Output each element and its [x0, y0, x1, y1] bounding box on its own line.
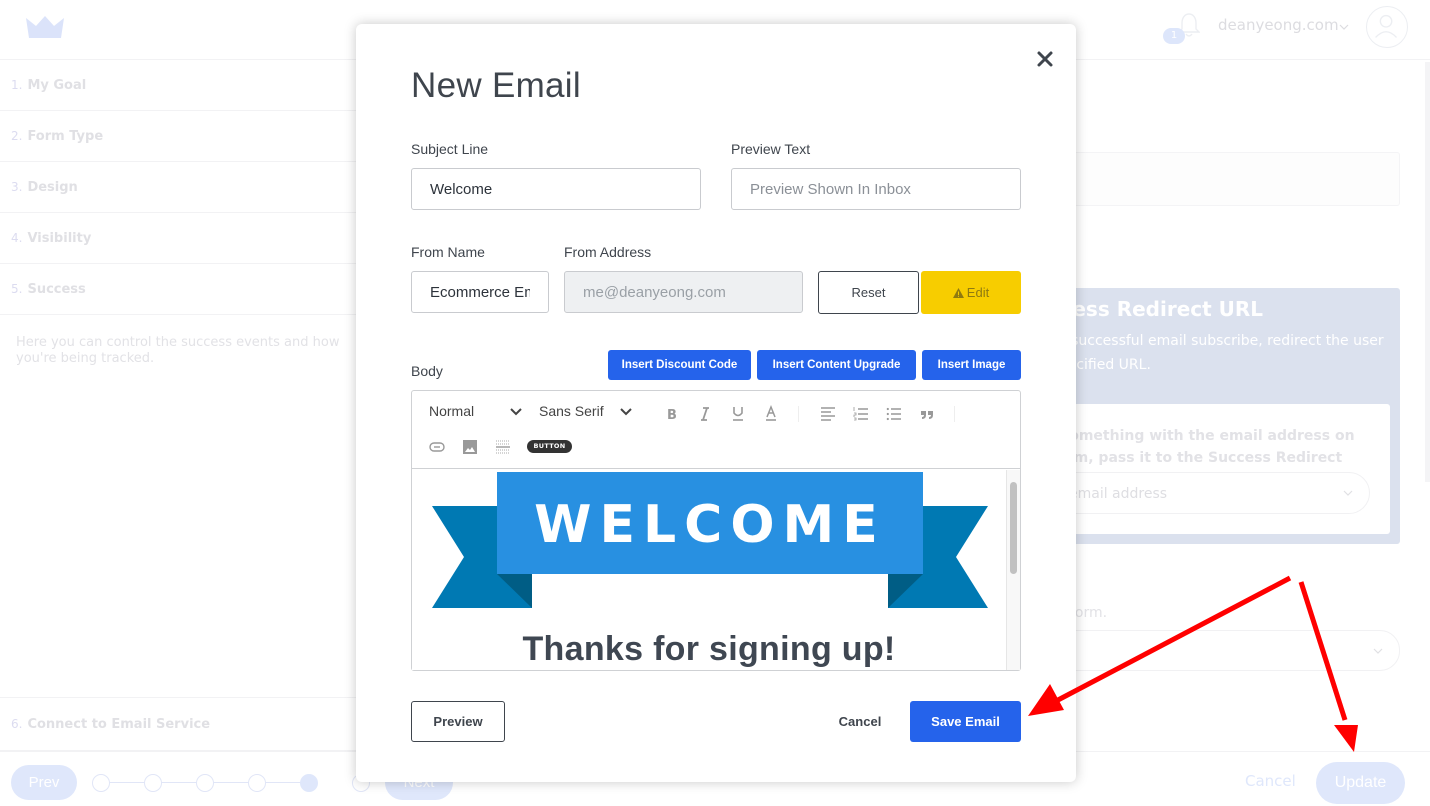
warning-icon [952, 287, 964, 298]
blockquote-icon[interactable] [919, 406, 935, 422]
new-email-modal: New Email Subject Line Preview Text From… [356, 24, 1076, 782]
editor-scrollbar[interactable] [1006, 470, 1020, 670]
step-design[interactable]: 3. Design [0, 162, 360, 213]
heading-select[interactable]: Normal [429, 403, 474, 419]
link-icon[interactable] [429, 439, 445, 455]
subject-line-input[interactable] [411, 168, 701, 210]
email-field-select[interactable]: email address [1040, 472, 1370, 514]
close-icon[interactable] [1034, 48, 1056, 70]
step-connect-email-service[interactable]: 6. Connect to Email Service [0, 697, 360, 751]
progress-step-dot[interactable] [92, 774, 110, 792]
step-number: 4. [11, 231, 23, 245]
bold-icon[interactable]: B [664, 406, 680, 422]
chevron-down-icon[interactable] [510, 408, 522, 416]
step-number: 5. [11, 282, 23, 296]
step-label: Visibility [27, 230, 92, 246]
preview-text-label: Preview Text [731, 141, 811, 157]
banner-text: WELCOME [534, 495, 886, 555]
edit-label: Edit [966, 285, 990, 300]
step-label: Success [27, 281, 86, 297]
bullet-list-icon[interactable] [886, 406, 902, 422]
notification-badge: 1 [1163, 28, 1185, 44]
from-name-input[interactable] [411, 271, 549, 313]
insert-image-button[interactable]: Insert Image [922, 350, 1021, 380]
editor-toolbar: Normal Sans Serif B BUTTON [412, 391, 1020, 469]
svg-text:B: B [667, 408, 677, 422]
modal-title: New Email [411, 66, 581, 105]
preview-text-input[interactable] [731, 168, 1021, 210]
step-number: 1. [11, 78, 23, 92]
edit-button[interactable]: Edit [921, 271, 1021, 314]
save-email-button[interactable]: Save Email [910, 701, 1021, 742]
insert-content-upgrade-button[interactable]: Insert Content Upgrade [757, 350, 916, 380]
step-number: 6. [11, 717, 23, 731]
progress-step-dot[interactable] [144, 774, 162, 792]
toolbar-separator [954, 406, 955, 422]
progress-step-dot[interactable] [196, 774, 214, 792]
step-label: Form Type [27, 128, 104, 144]
page-scrollbar[interactable] [1425, 62, 1430, 482]
subject-line-label: Subject Line [411, 141, 489, 157]
progress-step-dot[interactable] [248, 774, 266, 792]
body-label: Body [411, 363, 443, 379]
text-color-icon[interactable] [763, 405, 779, 421]
wizard-steps: 1. My Goal 2. Form Type 3. Design 4. Visibil… [0, 60, 360, 315]
divider-icon[interactable] [495, 439, 511, 455]
user-icon [1375, 14, 1398, 38]
chevron-down-icon [1343, 490, 1353, 496]
step-label: My Goal [27, 77, 87, 93]
step-label: Design [27, 179, 78, 195]
toolbar-separator [798, 406, 799, 422]
underline-icon[interactable] [730, 405, 746, 421]
editor-content[interactable]: WELCOME Thanks for signing up! [412, 470, 1006, 670]
user-avatar[interactable] [1366, 6, 1408, 48]
cancel-button[interactable]: Cancel [826, 701, 894, 742]
select-value: email address [1069, 486, 1168, 502]
crown-logo-icon[interactable] [26, 16, 64, 38]
update-button[interactable]: Update [1316, 762, 1405, 804]
step-my-goal[interactable]: 1. My Goal [0, 60, 360, 111]
insert-button-tool[interactable]: BUTTON [527, 440, 572, 453]
step-progress [92, 772, 372, 794]
scrollbar-thumb[interactable] [1010, 482, 1017, 574]
step-label: Connect to Email Service [27, 716, 211, 732]
welcome-banner-image: WELCOME [432, 472, 988, 608]
step-description: Here you can control the success events … [16, 335, 340, 366]
settings-box [1060, 152, 1400, 206]
align-left-icon[interactable] [820, 406, 836, 422]
italic-icon[interactable] [697, 406, 713, 422]
step-success[interactable]: 5. Success [0, 264, 360, 315]
font-select[interactable]: Sans Serif [539, 403, 604, 419]
image-icon[interactable] [462, 439, 478, 455]
chevron-down-icon[interactable] [1339, 22, 1349, 32]
reset-button[interactable]: Reset [818, 271, 919, 314]
step-visibility[interactable]: 4. Visibility [0, 213, 360, 264]
ordered-list-icon[interactable] [853, 406, 869, 422]
insert-discount-code-button[interactable]: Insert Discount Code [608, 350, 751, 380]
chevron-down-icon[interactable] [620, 408, 632, 416]
email-body-editor: Normal Sans Serif B BUTTON WELCOME Thank… [411, 390, 1021, 671]
from-address-input [564, 271, 803, 313]
prev-button[interactable]: Prev [11, 765, 77, 800]
progress-step-dot[interactable] [300, 774, 318, 792]
form-select[interactable] [1040, 630, 1400, 671]
preview-button[interactable]: Preview [411, 701, 505, 742]
step-number: 3. [11, 180, 23, 194]
step-form-type[interactable]: 2. Form Type [0, 111, 360, 162]
chevron-down-icon [1373, 648, 1383, 654]
page-cancel-button[interactable]: Cancel [1245, 772, 1296, 790]
site-selector[interactable]: deanyeong.com [1218, 16, 1339, 34]
step-number: 2. [11, 129, 23, 143]
from-address-label: From Address [564, 244, 652, 260]
email-heading: Thanks for signing up! [522, 630, 896, 668]
from-name-label: From Name [411, 244, 485, 260]
